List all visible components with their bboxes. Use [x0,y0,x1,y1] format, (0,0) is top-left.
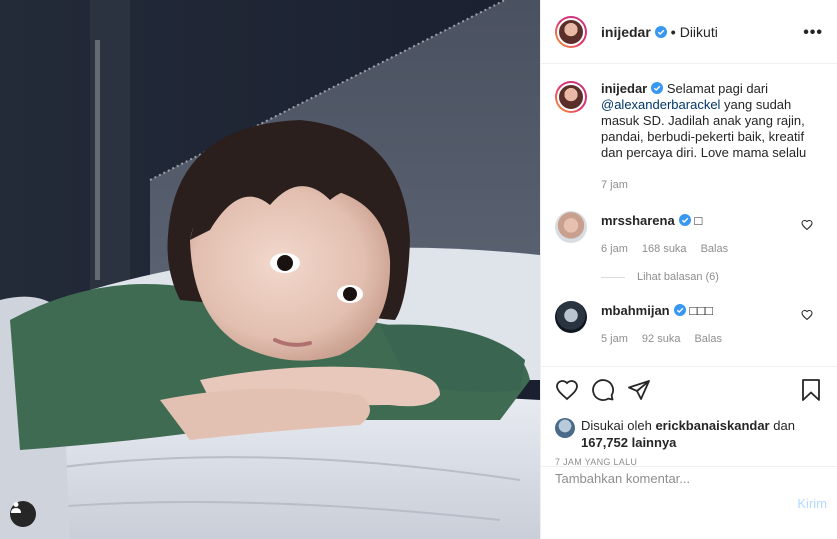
post-panel: inijedar • Diikuti ••• inijedar Selamat … [540,0,837,539]
caption-avatar[interactable] [555,81,587,113]
comment-item: mbahmijan □□□ 5 jam 92 suka Balas [555,301,823,347]
separator-dot: • [670,23,676,40]
user-tag-icon[interactable] [10,501,36,527]
verified-badge-icon [678,214,691,226]
comment-username[interactable]: mbahmijan [601,303,670,318]
photo-illustration [0,0,540,539]
following-button[interactable]: Diikuti [680,24,718,40]
replies-divider [601,276,625,278]
comment-item: mrssharena □ 6 jam 168 suka Balas [555,211,823,257]
comment-time[interactable]: 5 jam [601,331,628,347]
verified-badge-icon [651,82,664,94]
liker-avatar[interactable] [555,418,575,438]
liker-username[interactable]: erickbanaiskandar [655,418,769,433]
likes-count[interactable]: 167,752 lainnya [581,435,676,450]
comment-text: □□□ [689,303,713,318]
comment-input[interactable] [555,468,785,488]
comment-heart-icon[interactable] [801,309,813,321]
caption-mention-link[interactable]: @alexanderbarackel [601,97,720,112]
comments-section: inijedar Selamat pagi dari @alexanderbar… [541,65,837,365]
post-header: inijedar • Diikuti ••• [541,0,837,64]
post-comment-button[interactable]: Kirim [797,496,827,511]
caption-username[interactable]: inijedar [601,81,647,96]
author-username[interactable]: inijedar [601,24,651,40]
caption-text-before: Selamat pagi dari [666,81,769,96]
more-options-icon[interactable]: ••• [803,24,823,42]
caption-time[interactable]: 7 jam [601,177,628,193]
instagram-post-modal: inijedar • Diikuti ••• inijedar Selamat … [0,0,837,539]
likes-summary: Disukai oleh erickbanaiskandar dan 167,7… [555,417,823,451]
verified-badge-icon [654,25,667,38]
author-avatar[interactable] [555,15,587,48]
post-photo[interactable] [0,0,540,539]
likes-prefix: Disukai oleh [581,418,656,433]
comment-avatar[interactable] [555,301,587,333]
post-actions: Disukai oleh erickbanaiskandar dan 167,7… [541,366,837,467]
likes-middle: dan [769,418,795,433]
comment-icon[interactable] [591,378,615,402]
comment-likes[interactable]: 168 suka [642,241,687,257]
comment-avatar[interactable] [555,211,587,243]
reply-button[interactable]: Balas [694,331,722,347]
comment-heart-icon[interactable] [801,219,813,231]
comment-text: □ [694,213,703,228]
comment-username[interactable]: mrssharena [601,213,675,228]
verified-badge-icon [673,304,686,316]
reply-button[interactable]: Balas [701,241,729,257]
comment-time[interactable]: 6 jam [601,241,628,257]
view-replies-label: Lihat balasan (6) [637,271,719,283]
comment-likes[interactable]: 92 suka [642,331,681,347]
caption: inijedar Selamat pagi dari @alexanderbar… [555,81,823,193]
add-comment-bar: Kirim [541,466,837,539]
save-icon[interactable] [799,378,823,402]
heart-icon[interactable] [555,378,579,402]
share-icon[interactable] [627,378,651,402]
view-replies-button[interactable]: Lihat balasan (6) [601,271,823,283]
